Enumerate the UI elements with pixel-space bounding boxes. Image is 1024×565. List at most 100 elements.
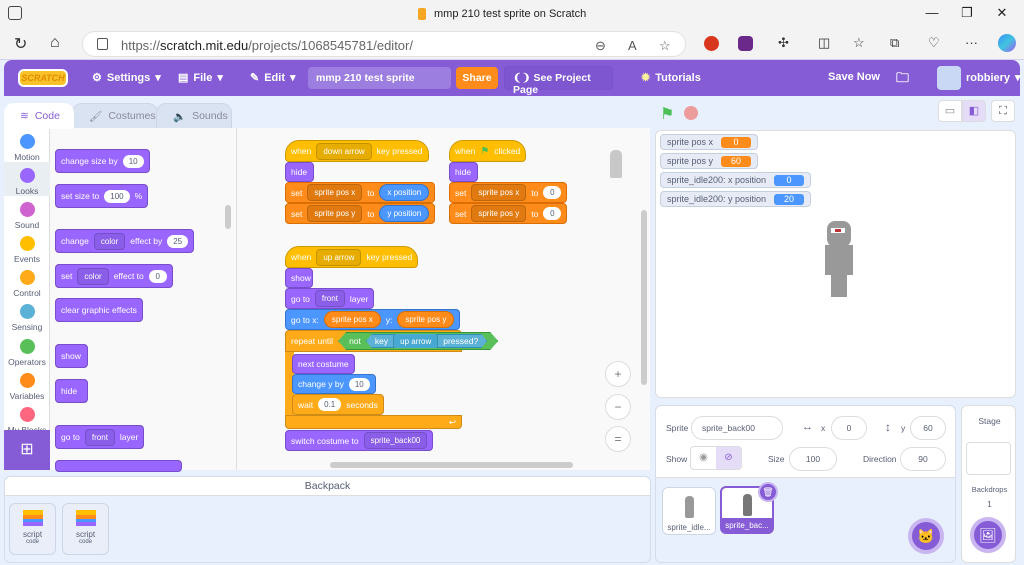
category-events[interactable]: Events [4,236,50,264]
choose-sprite-button[interactable]: 🐱 [908,518,944,554]
site-info-icon[interactable] [97,38,108,50]
block-change-effect[interactable]: change color effect by 25 [55,229,195,253]
read-aloud-icon[interactable]: A [628,38,637,53]
fullscreen-button[interactable]: ⛶ [991,100,1015,122]
zoom-in-button[interactable]: + [605,361,631,387]
minimize-button[interactable]: — [920,5,944,20]
extension-red-icon[interactable] [704,36,719,51]
variable-monitor[interactable]: sprite pos y 60 [660,153,759,169]
backpack-header[interactable]: Backpack [5,477,650,496]
backpack-item[interactable]: script code [9,503,56,555]
tab-sounds[interactable]: 🔈 Sounds [156,103,232,129]
size-input[interactable]: 100 [789,447,837,471]
block-hide[interactable]: hide [449,162,478,182]
edit-menu[interactable]: ✎ Edit ▾ [250,71,296,85]
home-icon[interactable]: ⌂ [50,34,60,52]
collections-icon[interactable]: ⧉ [890,35,899,51]
palette-scrollbar[interactable] [225,205,231,229]
block-switch-costume[interactable]: switch costume to sprite_back00 [285,430,434,451]
tab-actions-icon[interactable] [8,6,22,20]
block-set-variable[interactable]: set sprite pos x to 0 [449,182,568,203]
settings-menu[interactable]: ⚙ Settings ▾ [92,71,161,85]
sprite-thumbnail[interactable]: sprite_idle... [662,487,716,535]
stage-sprite[interactable] [819,221,859,297]
block-go-to-layer[interactable]: go to front layer [55,425,145,449]
block-go-to-layer[interactable]: go to front layer [285,288,375,309]
my-stuff-folder-icon[interactable]: 🗀 [896,69,909,91]
tutorials-button[interactable]: ✹ Tutorials [641,71,701,85]
sprite-name-input[interactable]: sprite_back00 [691,416,783,440]
category-motion[interactable]: Motion [4,134,50,162]
extension-purple-icon[interactable] [738,36,753,51]
refresh-icon[interactable]: ↻ [14,34,27,54]
split-screen-icon[interactable]: ◫ [818,35,830,51]
block-wait[interactable]: wait 0.1 seconds [292,394,384,415]
block-show[interactable]: show [55,344,88,368]
block-repeat-until[interactable]: repeat until not key up arrow pressed? [285,330,462,352]
script-horizontal-scrollbar[interactable] [330,462,573,468]
block-go-to-xy[interactable]: go to x: sprite pos x y: sprite pos y [285,309,461,330]
account-menu[interactable]: robbiery ▾ [966,71,1021,85]
category-sensing[interactable]: Sensing [4,304,50,332]
normal-stage-button[interactable]: ◧ [962,100,986,122]
browser-essentials-icon[interactable]: ♡ [928,35,940,51]
block-not[interactable]: not key up arrow pressed? [338,332,498,350]
hat-when-key-pressed[interactable]: when down arrow key pressed [285,140,429,162]
block-change-y[interactable]: change y by 10 [292,374,376,394]
zoom-reset-button[interactable]: = [605,426,631,452]
block-set-variable[interactable]: set sprite pos y to 0 [449,203,568,224]
y-input[interactable]: 60 [910,416,946,440]
url-bar[interactable]: https://scratch.mit.edu/projects/1068545… [82,31,686,57]
category-sound[interactable]: Sound [4,202,50,230]
favorite-icon[interactable]: ☆ [659,38,671,54]
block-set-size[interactable]: set size to 100% [55,184,149,208]
block-partial[interactable] [55,460,182,472]
choose-backdrop-button[interactable]: 🖼 [970,517,1006,553]
block-hide[interactable]: hide [55,379,88,403]
save-now-button[interactable]: Save Now [828,71,880,83]
close-button[interactable]: ✕ [990,5,1014,21]
block-set-variable[interactable]: set sprite pos y to y position [285,203,436,224]
zoom-out-icon[interactable]: ⊖ [595,38,606,54]
extensions-icon[interactable]: ✣ [778,35,789,51]
variable-monitor[interactable]: sprite_idle200: x position 0 [660,172,812,188]
tab-code[interactable]: ≋ Code [4,103,74,129]
project-title-input[interactable]: mmp 210 test sprite [308,67,451,89]
hat-when-key-pressed[interactable]: when up arrow key pressed [285,246,419,268]
avatar[interactable] [937,66,961,90]
show-eye-icon[interactable]: ◉ [691,447,716,469]
share-button[interactable]: Share [456,67,498,89]
stage-canvas[interactable]: sprite pos x0 sprite pos y 60 sprite_idle… [655,130,1016,398]
hat-when-flag-clicked[interactable]: when ⚑ clicked [449,140,527,162]
category-variables[interactable]: Variables [4,373,50,401]
block-hide[interactable]: hide [285,162,314,182]
backpack-item[interactable]: script code [62,503,109,555]
copilot-icon[interactable] [998,34,1016,52]
green-flag-button[interactable]: ⚑ [660,104,674,124]
variable-monitor[interactable]: sprite_idle200: y position 20 [660,191,812,207]
block-clear-graphic-effects[interactable]: clear graphic effects [55,298,143,322]
add-extension-button[interactable]: ⊞ [4,430,50,470]
tab-costumes[interactable]: 🖌 Costumes [72,103,158,129]
block-set-effect[interactable]: set color effect to 0 [55,264,173,288]
block-next-costume[interactable]: next costume [292,354,355,374]
block-change-size[interactable]: change size by 10 [55,149,150,173]
category-looks[interactable]: Looks [4,162,50,196]
browser-tab[interactable]: mmp 210 test sprite on Scratch [418,8,586,20]
stop-button[interactable] [684,106,698,120]
small-stage-button[interactable]: ▭ [938,100,962,122]
restore-button[interactable]: ❐ [955,5,979,21]
more-icon[interactable]: ··· [965,35,978,50]
block-set-variable[interactable]: set sprite pos x to x position [285,182,436,203]
block-show[interactable]: show [285,268,313,288]
x-input[interactable]: 0 [831,416,867,440]
script-vertical-scrollbar[interactable] [641,210,647,385]
favorites-icon[interactable]: ☆ [853,35,865,51]
see-project-page-button[interactable]: ❨❩ See Project Page [504,66,613,96]
delete-sprite-icon[interactable]: 🗑 [758,482,778,502]
category-operators[interactable]: Operators [4,339,50,367]
variable-monitor[interactable]: sprite pos x0 [660,134,759,150]
zoom-out-button[interactable]: − [605,394,631,420]
stage-thumbnail[interactable] [966,442,1011,475]
block-key-pressed[interactable]: key up arrow pressed? [366,334,487,348]
